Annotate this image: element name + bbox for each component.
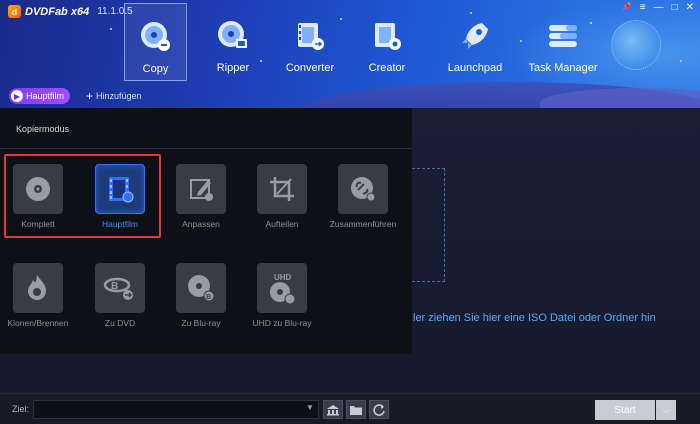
task-list-icon <box>549 25 577 47</box>
mode-uhd-zu-bluray-label: UHD zu Blu-ray <box>252 318 312 328</box>
bluray-to-dvd-icon: B <box>103 277 133 300</box>
mode-pill-button[interactable]: ▶ Hauptfilm <box>9 88 71 104</box>
refresh-icon <box>373 403 385 416</box>
nav-converter-label: Converter <box>285 62 335 74</box>
mode-zusammenfuehren-box <box>338 164 388 214</box>
nav-task-manager-label: Task Manager <box>528 62 598 74</box>
nav-converter[interactable]: Converter <box>268 3 352 81</box>
pin-icon[interactable]: 📌 <box>622 2 632 13</box>
copy-disc-icon <box>140 22 170 51</box>
nav-ripper[interactable]: Ripper <box>203 3 263 81</box>
dvdfab-logo-icon: d <box>8 5 21 18</box>
mode-aufteilen-label: Aufteilen <box>265 219 299 229</box>
selection-highlight-box <box>4 154 161 238</box>
ziel-output-field[interactable] <box>33 400 319 419</box>
main-nav: Copy Ripper Converter Creator Launchpad … <box>124 3 608 81</box>
mode-zu-dvd-label: Zu DVD <box>104 318 136 328</box>
link-icon <box>351 177 376 202</box>
svg-text:B: B <box>206 294 211 301</box>
nav-copy[interactable]: Copy <box>124 3 187 81</box>
drop-zone[interactable] <box>412 168 445 282</box>
ziel-label: Ziel: <box>12 404 30 414</box>
library-icon <box>327 404 339 415</box>
mode-zusammenfuehren-label: Zusammenführen <box>329 219 397 229</box>
uhd-disc-icon: UHD <box>270 273 296 305</box>
mode-uhd-zu-bluray-box: UHD <box>257 263 307 313</box>
chevron-down-icon[interactable]: ▼ <box>306 403 314 412</box>
mode-pill-label: Hauptfilm <box>26 91 65 101</box>
folder-icon <box>350 405 362 415</box>
mode-aufteilen-box <box>257 164 307 214</box>
mode-zu-dvd-box: B <box>95 263 145 313</box>
mode-zu-bluray-label: Zu Blu-ray <box>181 318 221 328</box>
plus-icon: + <box>86 89 94 103</box>
mode-aufteilen[interactable]: Aufteilen <box>242 164 322 240</box>
window-controls: 📌 ≡ — □ ✕ <box>622 2 694 13</box>
nav-task-manager[interactable]: Task Manager <box>518 3 608 81</box>
app-logo: d DVDFab x64 11.1.0.5 <box>8 5 133 18</box>
mode-zu-bluray[interactable]: B Zu Blu-ray <box>161 263 241 339</box>
globe-decoration <box>611 20 661 70</box>
star <box>110 28 112 30</box>
minimize-icon[interactable]: — <box>654 2 664 13</box>
folder-button[interactable] <box>346 400 366 419</box>
chevron-down-icon: ⌵ <box>662 404 670 415</box>
mode-anpassen[interactable]: Anpassen <box>161 164 241 240</box>
flame-icon <box>28 275 46 300</box>
nav-creator-label: Creator <box>368 62 406 74</box>
menu-icon[interactable]: ≡ <box>640 2 646 13</box>
add-source-button[interactable]: + Hinzufügen <box>86 89 142 103</box>
app-name: DVDFab x64 <box>25 5 90 18</box>
iso-output-button[interactable] <box>323 400 343 419</box>
start-button[interactable]: Start <box>595 400 655 420</box>
nav-copy-label: Copy <box>142 63 169 75</box>
mode-klonen-brennen-label: Klonen/Brennen <box>7 318 69 328</box>
play-icon: ▶ <box>11 90 23 102</box>
mode-klonen-brennen[interactable]: Klonen/Brennen <box>0 263 78 339</box>
mode-klonen-brennen-box <box>13 263 63 313</box>
panel-divider <box>0 148 412 149</box>
start-options-button[interactable]: ⌵ <box>656 400 676 420</box>
dvdfab-window: d DVDFab x64 11.1.0.5 📌 ≡ — □ ✕ Copy Rip… <box>0 0 700 424</box>
copy-mode-title: Kopiermodus <box>16 124 70 134</box>
add-source-label: Hinzufügen <box>96 91 142 101</box>
edit-icon <box>190 179 213 201</box>
star <box>680 60 682 62</box>
rocket-icon <box>462 23 488 49</box>
mode-anpassen-label: Anpassen <box>182 219 220 229</box>
sub-toolbar: ▶ Hauptfilm + Hinzufügen <box>0 84 700 108</box>
nav-ripper-label: Ripper <box>216 62 250 74</box>
nav-launchpad-label: Launchpad <box>447 62 503 74</box>
mode-zu-dvd[interactable]: B Zu DVD <box>80 263 160 339</box>
drop-hint-text: ler ziehen Sie hier eine ISO Datei oder … <box>413 312 656 324</box>
nav-creator[interactable]: Creator <box>352 3 422 81</box>
svg-text:B: B <box>111 281 118 292</box>
bluray-disc-icon: B <box>188 275 215 302</box>
crop-icon <box>270 177 294 201</box>
maximize-icon[interactable]: □ <box>672 2 678 13</box>
svg-text:UHD: UHD <box>274 273 292 282</box>
nav-launchpad[interactable]: Launchpad <box>432 3 518 81</box>
ripper-disc-icon <box>218 21 247 48</box>
mode-uhd-zu-bluray[interactable]: UHD UHD zu Blu-ray <box>242 263 322 339</box>
header: d DVDFab x64 11.1.0.5 📌 ≡ — □ ✕ Copy Rip… <box>0 0 700 108</box>
creator-film-icon <box>375 23 401 50</box>
mode-zu-bluray-box: B <box>176 263 226 313</box>
refresh-button[interactable] <box>369 400 389 419</box>
mode-anpassen-box <box>176 164 226 214</box>
mode-zusammenfuehren[interactable]: Zusammenführen <box>323 164 403 240</box>
bottom-bar: Ziel: ▼ Start ⌵ <box>0 393 700 424</box>
close-icon[interactable]: ✕ <box>686 2 694 13</box>
converter-film-icon <box>298 23 324 50</box>
